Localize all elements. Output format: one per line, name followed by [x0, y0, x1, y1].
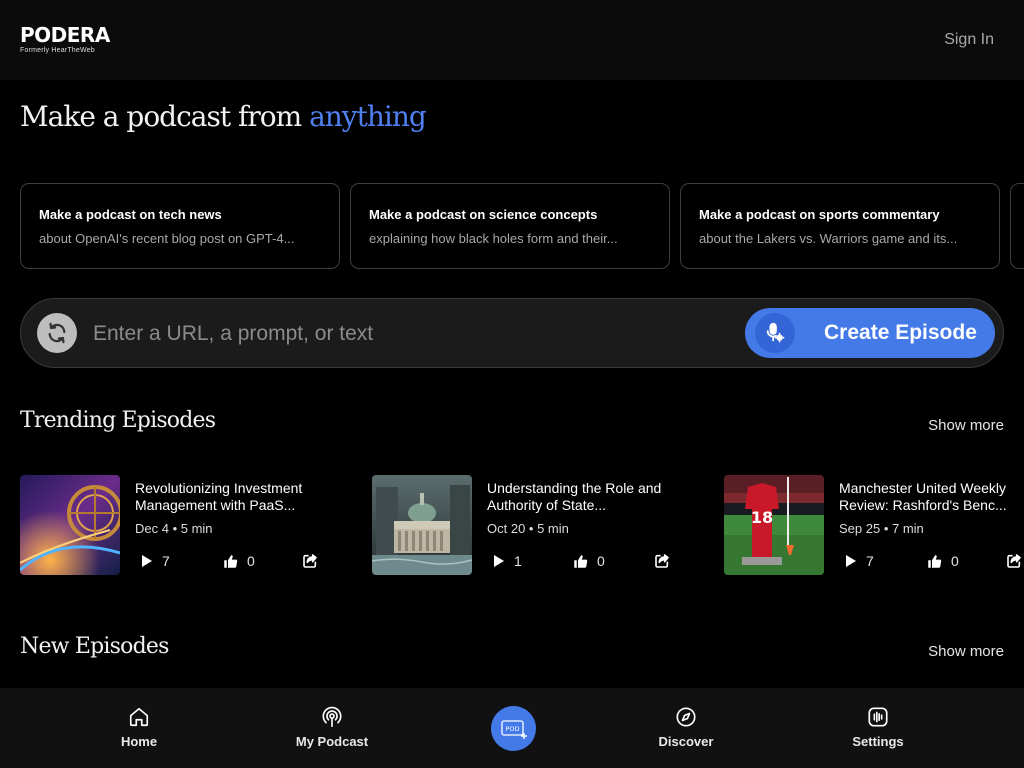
pod-add-icon: POD: [500, 719, 527, 739]
play-icon: [846, 555, 856, 567]
play-icon: [494, 555, 504, 567]
new-episodes-show-more-link[interactable]: Show more: [928, 643, 1004, 660]
thumbs-up-icon: [928, 554, 942, 568]
trending-episode-list: Revolutionizing Investment Management wi…: [0, 475, 1024, 575]
like-count: 0: [247, 553, 255, 569]
logo[interactable]: PODERA Formerly HearTheWeb: [20, 24, 110, 54]
suggestion-card[interactable]: Make a podcast on sports commentary abou…: [680, 183, 1000, 269]
episode-thumbnail[interactable]: [372, 475, 472, 575]
play-button[interactable]: 1: [493, 553, 522, 569]
play-icon: [142, 555, 152, 567]
episode-input-bar: Create Episode: [20, 298, 1004, 368]
sign-in-link[interactable]: Sign In: [944, 31, 994, 49]
thumbs-up-icon: [224, 554, 238, 568]
nav-settings[interactable]: Settings: [818, 706, 938, 749]
share-icon: [655, 554, 669, 568]
nav-discover[interactable]: Discover: [626, 706, 746, 749]
pod-label: POD: [505, 725, 519, 733]
suggestion-card-subtitle: about OpenAI's recent blog post on GPT-4…: [39, 231, 295, 246]
suggestion-card-subtitle: about the Lakers vs. Warriors game and i…: [699, 231, 958, 246]
episode-title[interactable]: Revolutionizing Investment Management wi…: [135, 480, 335, 514]
nav-home-label: Home: [120, 734, 158, 749]
suggestion-card[interactable]: Make a podcast on tech news about OpenAI…: [20, 183, 340, 269]
audio-settings-icon: [868, 707, 888, 727]
trending-show-more-link[interactable]: Show more: [928, 417, 1004, 434]
mic-settings-icon: [755, 313, 795, 353]
like-button[interactable]: 0: [223, 553, 255, 569]
play-count: 1: [514, 553, 522, 569]
nav-my-podcast-label: My Podcast: [295, 734, 369, 749]
nav-my-podcast[interactable]: My Podcast: [272, 706, 392, 749]
nav-settings-label: Settings: [852, 734, 904, 749]
refresh-button[interactable]: [37, 313, 77, 353]
episode-thumbnail[interactable]: 18: [724, 475, 824, 575]
episode-actions: 7 0: [839, 553, 1024, 571]
logo-subtitle: Formerly HearTheWeb: [20, 47, 95, 54]
episode-meta: Sep 25 • 7 min: [839, 521, 924, 536]
suggestion-card[interactable]: Make a podcast on science concepts expla…: [350, 183, 670, 269]
suggestion-card-title: Make a podcast on sports commentary: [699, 207, 940, 222]
suggestion-card-partial[interactable]: [1010, 183, 1024, 269]
url-prompt-input[interactable]: [93, 317, 733, 351]
share-button[interactable]: [302, 553, 318, 569]
episode-title[interactable]: Manchester United Weekly Review: Rashfor…: [839, 480, 1024, 514]
logo-name: PODERA: [20, 23, 110, 47]
bottom-navigation: Home My Podcast POD Discover Settings: [0, 688, 1024, 768]
hero-heading: Make a podcast from anything: [20, 100, 427, 133]
share-button[interactable]: [654, 553, 670, 569]
nav-home[interactable]: Home: [79, 706, 199, 749]
like-count: 0: [597, 553, 605, 569]
thumbs-up-icon: [574, 554, 588, 568]
episode-thumbnail[interactable]: [20, 475, 120, 575]
create-episode-label: Create Episode: [824, 321, 977, 344]
play-button[interactable]: 7: [141, 553, 170, 569]
episode-meta: Dec 4 • 5 min: [135, 521, 213, 536]
home-icon: [129, 707, 149, 727]
nav-discover-label: Discover: [658, 734, 714, 749]
like-button[interactable]: 0: [927, 553, 959, 569]
episode-meta: Oct 20 • 5 min: [487, 521, 569, 536]
episode-actions: 1 0: [487, 553, 677, 571]
share-icon: [1007, 554, 1021, 568]
trending-section-title: Trending Episodes: [20, 408, 216, 433]
new-pod-button[interactable]: POD: [491, 706, 536, 751]
top-header: PODERA Formerly HearTheWeb Sign In: [0, 0, 1024, 80]
episode-card: 18 Manchester United Weekly Review: Rash…: [724, 475, 1024, 575]
share-button[interactable]: [1006, 553, 1022, 569]
like-count: 0: [951, 553, 959, 569]
suggestion-card-title: Make a podcast on science concepts: [369, 207, 598, 222]
new-episodes-section-title: New Episodes: [20, 634, 169, 659]
episode-card: Understanding the Role and Authority of …: [372, 475, 724, 575]
hero-text: Make a podcast from: [20, 100, 310, 133]
episode-actions: 7 0: [135, 553, 325, 571]
share-icon: [303, 554, 317, 568]
suggestion-card-subtitle: explaining how black holes form and thei…: [369, 231, 618, 246]
refresh-icon: [48, 322, 66, 344]
suggestion-card-title: Make a podcast on tech news: [39, 207, 222, 222]
suggestion-cards: Make a podcast on tech news about OpenAI…: [20, 183, 1024, 269]
episode-title[interactable]: Understanding the Role and Authority of …: [487, 480, 687, 514]
compass-icon: [676, 707, 696, 727]
like-button[interactable]: 0: [573, 553, 605, 569]
episode-card: Revolutionizing Investment Management wi…: [20, 475, 372, 575]
play-count: 7: [162, 553, 170, 569]
play-count: 7: [866, 553, 874, 569]
podcast-icon: [322, 706, 342, 727]
svg-text:18: 18: [751, 508, 773, 527]
create-episode-button[interactable]: Create Episode: [745, 308, 995, 358]
hero-accent-word: anything: [309, 100, 427, 133]
play-button[interactable]: 7: [845, 553, 874, 569]
